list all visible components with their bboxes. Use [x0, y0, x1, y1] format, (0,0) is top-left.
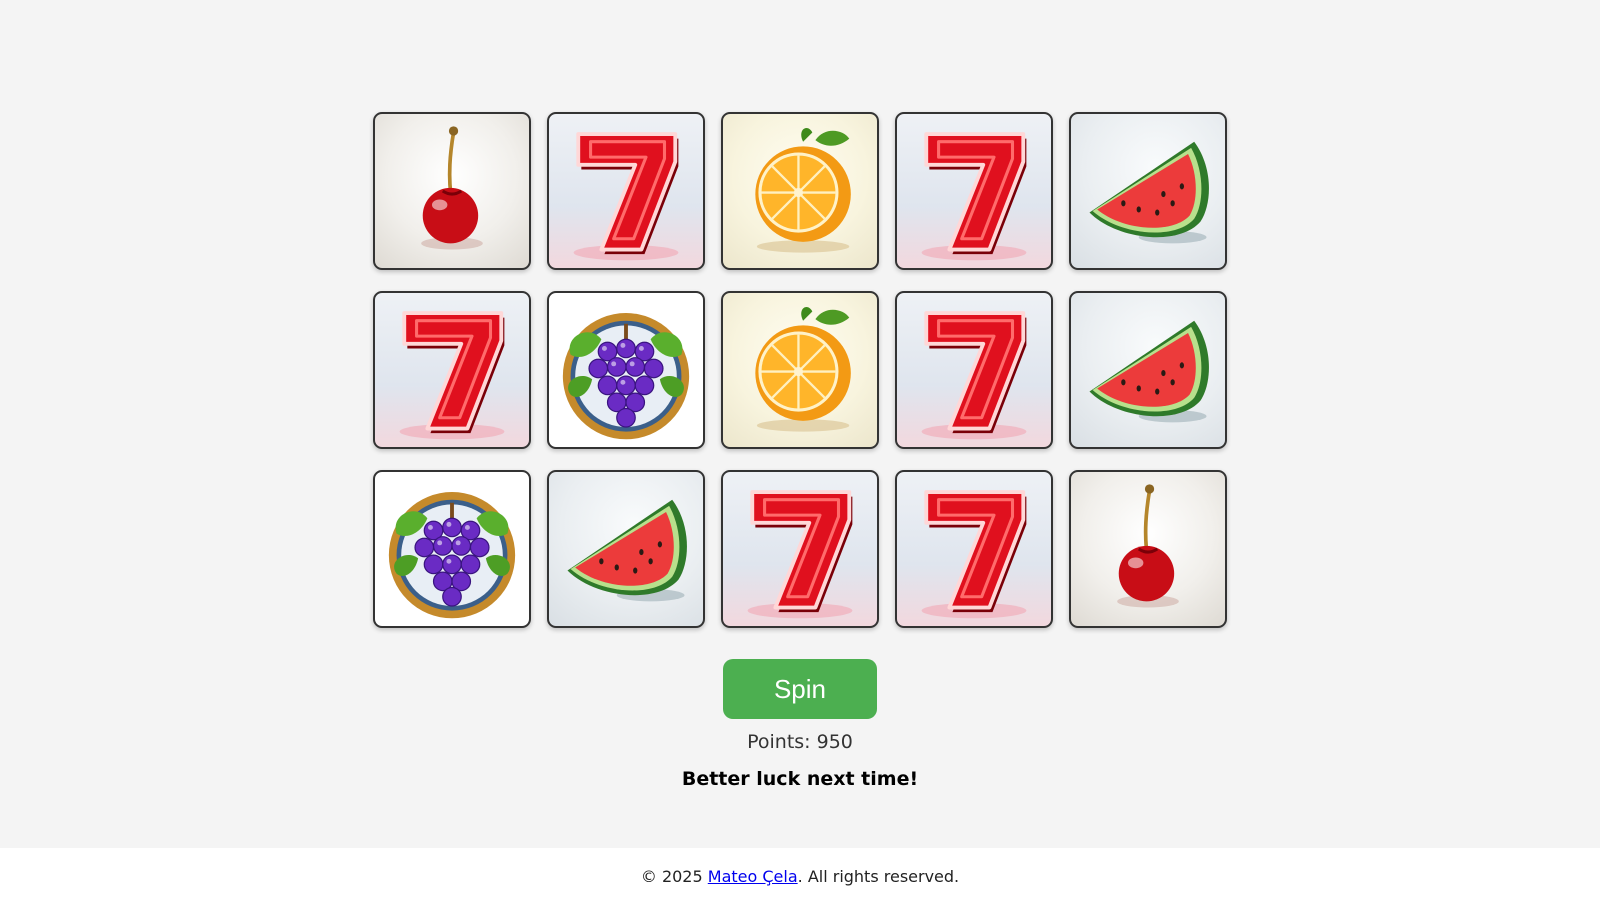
watermelon-icon: [549, 472, 703, 626]
slot-cell-2-1: [373, 291, 531, 449]
slot-cell-2-2: [547, 291, 705, 449]
seven-icon: [897, 293, 1051, 447]
slot-cell-3-1: [373, 470, 531, 628]
seven-icon: [723, 472, 877, 626]
slot-cell-1-4: [895, 112, 1053, 270]
points-display: Points: 950: [0, 731, 1600, 753]
watermelon-icon: [1071, 293, 1225, 447]
orange-icon: [723, 114, 877, 268]
footer: © 2025 Mateo Çela. All rights reserved.: [0, 848, 1600, 900]
cherry-icon: [375, 114, 529, 268]
seven-icon: [375, 293, 529, 447]
seven-icon: [549, 114, 703, 268]
slot-cell-1-3: [721, 112, 879, 270]
slot-cell-2-5: [1069, 291, 1227, 449]
slot-grid: [373, 112, 1227, 628]
points-label: Points:: [747, 731, 811, 753]
seven-icon: [897, 114, 1051, 268]
slot-cell-1-5: [1069, 112, 1227, 270]
slot-cell-2-3: [721, 291, 879, 449]
slot-cell-3-5: [1069, 470, 1227, 628]
author-link[interactable]: Mateo Çela: [708, 867, 798, 886]
watermelon-icon: [1071, 114, 1225, 268]
grapes-icon: [375, 472, 529, 626]
cherry-icon: [1071, 472, 1225, 626]
points-value: 950: [816, 731, 853, 753]
slot-cell-1-1: [373, 112, 531, 270]
game-area: Spin Points: 950 Better luck next time!: [0, 0, 1600, 848]
slot-cell-3-2: [547, 470, 705, 628]
result-message: Better luck next time!: [681, 768, 919, 790]
spin-button[interactable]: Spin: [723, 659, 877, 719]
copyright-text: © 2025: [640, 867, 703, 886]
grapes-icon: [549, 293, 703, 447]
slot-cell-1-2: [547, 112, 705, 270]
slot-cell-3-3: [721, 470, 879, 628]
slot-cell-3-4: [895, 470, 1053, 628]
slot-cell-2-4: [895, 291, 1053, 449]
orange-icon: [723, 293, 877, 447]
rights-text: . All rights reserved.: [797, 867, 960, 886]
seven-icon: [897, 472, 1051, 626]
